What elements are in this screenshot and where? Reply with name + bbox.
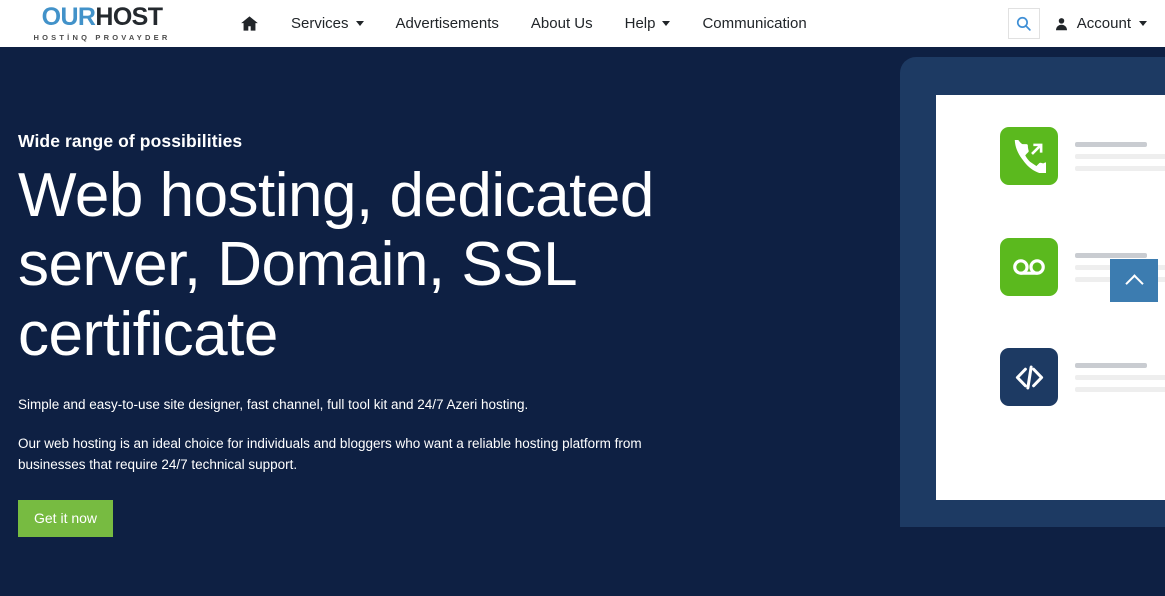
placeholder-line: [1075, 374, 1165, 380]
logo-text-our: OUR: [41, 3, 96, 32]
logo[interactable]: OURHOST HOSTİNQ PROVAYDER: [18, 5, 186, 42]
home-icon: [240, 14, 259, 33]
nav-item-advertisements[interactable]: Advertisements: [380, 0, 515, 47]
account-menu[interactable]: Account: [1054, 15, 1155, 32]
code-tile: [1000, 348, 1058, 406]
search-button[interactable]: [1007, 8, 1040, 39]
chevron-down-icon: [1139, 21, 1147, 26]
nav-label-help: Help: [624, 15, 656, 32]
nav-label-advertisements: Advertisements: [395, 15, 499, 32]
logo-tagline: HOSTİNQ PROVAYDER: [33, 33, 171, 43]
phone-outgoing-tile: [1000, 127, 1058, 185]
laptop-illustration: [760, 562, 1165, 596]
placeholder-line: [1075, 153, 1165, 159]
nav-item-help[interactable]: Help: [609, 0, 687, 47]
hero-content: Wide range of possibilities Web hosting,…: [18, 131, 698, 538]
chevron-down-icon: [355, 21, 364, 26]
hero-eyebrow: Wide range of possibilities: [18, 131, 243, 151]
placeholder-line: [1075, 141, 1147, 147]
nav-item-home[interactable]: [224, 0, 275, 47]
laptop-base-icon: [760, 562, 1165, 596]
site-header: OURHOST HOSTİNQ PROVAYDER Services Adver…: [0, 0, 1165, 47]
nav-item-communication[interactable]: Communication: [686, 0, 822, 47]
feature-row-code: [1000, 348, 1165, 406]
placeholder-line: [1075, 165, 1165, 171]
user-icon: [1055, 17, 1067, 30]
search-icon: [1017, 16, 1032, 31]
feature-row-phone: [1000, 127, 1165, 185]
account-label: Account: [1076, 15, 1131, 32]
get-it-now-button[interactable]: Get it now: [18, 500, 114, 538]
nav-label-services: Services: [291, 15, 349, 32]
nav-item-services[interactable]: Services: [275, 0, 380, 47]
chevron-up-icon: [1124, 273, 1144, 293]
hero-section: Wide range of possibilities Web hosting,…: [0, 47, 1165, 596]
placeholder-line: [1075, 362, 1147, 368]
nav-item-about-us[interactable]: About Us: [515, 0, 609, 47]
code-icon: [1015, 365, 1043, 389]
hero-title: Web hosting, dedicated server, Domain, S…: [18, 161, 654, 369]
nav-label-about-us: About Us: [530, 15, 593, 32]
nav-label-communication: Communication: [702, 15, 807, 32]
phone-outgoing-icon: [1014, 139, 1046, 173]
placeholder-lines: [1075, 141, 1165, 171]
scroll-to-top-button[interactable]: [1110, 259, 1158, 302]
placeholder-lines: [1075, 362, 1165, 392]
logo-wordmark: OURHOST: [42, 5, 163, 30]
main-navigation: Services Advertisements About Us Help Co…: [224, 0, 823, 47]
voicemail-icon: [1013, 259, 1045, 275]
voicemail-tile: [1000, 238, 1058, 296]
hero-paragraph-1: Simple and easy-to-use site designer, fa…: [18, 397, 529, 413]
hero-paragraph-2: Our web hosting is an ideal choice for i…: [18, 436, 642, 473]
header-actions: Account: [1007, 8, 1155, 39]
placeholder-line: [1075, 386, 1165, 392]
logo-text-host: HOST: [95, 3, 163, 32]
chevron-down-icon: [662, 21, 671, 26]
placeholder-line: [1075, 252, 1147, 258]
